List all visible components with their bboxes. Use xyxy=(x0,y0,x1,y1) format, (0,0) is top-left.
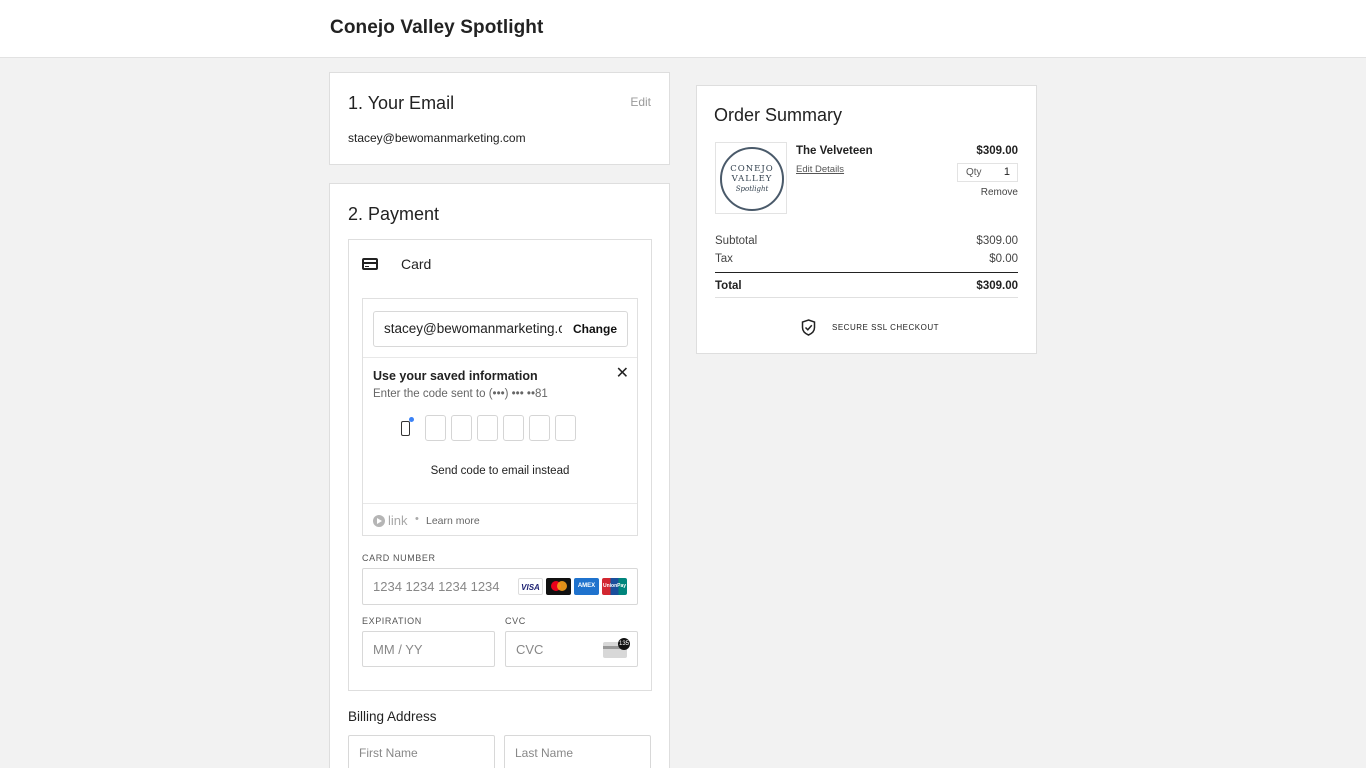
card-number-input[interactable]: 1234 1234 1234 1234 VISA AMEX UnionPay xyxy=(362,568,638,605)
otp-digit-input[interactable] xyxy=(451,415,472,441)
separator-dot: • xyxy=(415,513,419,525)
link-email-field[interactable]: stacey@bewomanmarketing.com Change xyxy=(373,311,628,347)
last-name-placeholder: Last Name xyxy=(515,746,574,760)
top-bar: Conejo Valley Spotlight xyxy=(0,0,1366,58)
quantity-field[interactable]: Qty 1 xyxy=(957,163,1018,182)
shield-check-icon xyxy=(801,319,816,336)
expiration-label: EXPIRATION xyxy=(362,616,422,626)
otp-digit-input[interactable] xyxy=(529,415,550,441)
divider xyxy=(363,357,637,358)
card-method-header[interactable]: Card xyxy=(362,256,431,272)
secure-checkout-badge: SECURE SSL CHECKOUT xyxy=(801,319,939,336)
unionpay-icon: UnionPay xyxy=(602,578,627,595)
cvc-placeholder: CVC xyxy=(516,642,544,657)
last-name-input[interactable]: Last Name xyxy=(504,735,651,768)
payment-section: 2. Payment Card stacey@bewomanmarketing.… xyxy=(329,183,670,768)
divider xyxy=(715,272,1018,273)
item-price: $309.00 xyxy=(976,145,1018,157)
card-method-label: Card xyxy=(401,256,432,272)
email-value: stacey@bewomanmarketing.com xyxy=(348,131,526,145)
change-email-button[interactable]: Change xyxy=(573,322,617,336)
tax-label: Tax xyxy=(715,253,733,265)
otp-code-row xyxy=(401,415,581,441)
conejo-valley-logo: CONEJO VALLEY Spotlight xyxy=(720,147,784,211)
saved-info-subtitle: Enter the code sent to (•••) ••• ••81 xyxy=(373,388,548,400)
email-section: 1. Your Email Edit stacey@bewomanmarketi… xyxy=(329,72,670,165)
card-number-placeholder: 1234 1234 1234 1234 xyxy=(373,579,500,594)
otp-digit-input[interactable] xyxy=(477,415,498,441)
email-section-heading: 1. Your Email xyxy=(348,93,455,113)
visa-icon: VISA xyxy=(518,578,543,595)
order-summary-heading: Order Summary xyxy=(714,105,843,125)
site-title[interactable]: Conejo Valley Spotlight xyxy=(330,17,543,39)
subtotal-row: Subtotal $309.00 xyxy=(715,235,1018,247)
tax-value: $0.00 xyxy=(989,253,1018,265)
cvc-label: CVC xyxy=(505,616,526,626)
subtotal-value: $309.00 xyxy=(976,235,1018,247)
first-name-input[interactable]: First Name xyxy=(348,735,495,768)
payment-section-heading: 2. Payment xyxy=(348,204,440,224)
first-name-placeholder: First Name xyxy=(359,746,418,760)
close-icon[interactable]: ✕ xyxy=(616,363,629,383)
expiration-input[interactable]: MM / YY xyxy=(362,631,495,667)
link-brand-text: link xyxy=(388,513,408,528)
edit-details-link[interactable]: Edit Details xyxy=(796,164,844,175)
link-logo: link xyxy=(373,513,408,528)
qty-value: 1 xyxy=(1003,166,1010,178)
learn-more-link[interactable]: Learn more xyxy=(426,515,480,527)
item-name: The Velveteen xyxy=(796,145,873,157)
total-label: Total xyxy=(715,280,742,292)
cvc-input[interactable]: CVC 135 xyxy=(505,631,638,667)
saved-info-title: Use your saved information xyxy=(373,369,538,383)
product-thumbnail: CONEJO VALLEY Spotlight xyxy=(715,142,787,214)
link-footer: link • Learn more xyxy=(363,503,637,536)
subtotal-label: Subtotal xyxy=(715,235,758,247)
credit-card-icon xyxy=(362,258,378,270)
card-number-label: CARD NUMBER xyxy=(362,553,436,563)
cvc-card-icon: 135 xyxy=(603,638,630,658)
remove-item-link[interactable]: Remove xyxy=(981,187,1018,198)
otp-digit-input[interactable] xyxy=(425,415,446,441)
total-row: Total $309.00 xyxy=(715,280,1018,292)
tax-row: Tax $0.00 xyxy=(715,253,1018,265)
otp-digit-input[interactable] xyxy=(503,415,524,441)
edit-email-link[interactable]: Edit xyxy=(630,95,651,109)
card-payment-box: Card stacey@bewomanmarketing.com Change … xyxy=(348,239,652,691)
send-code-email-link[interactable]: Send code to email instead xyxy=(363,465,637,477)
link-email-value: stacey@bewomanmarketing.com xyxy=(384,321,562,336)
phone-icon xyxy=(401,416,414,436)
link-play-icon xyxy=(373,514,385,527)
total-value: $309.00 xyxy=(976,280,1018,292)
link-saved-info-box: stacey@bewomanmarketing.com Change Use y… xyxy=(362,298,638,536)
divider xyxy=(715,297,1018,298)
cvc-badge: 135 xyxy=(618,638,630,650)
amex-icon: AMEX xyxy=(574,578,599,595)
order-summary: Order Summary CONEJO VALLEY Spotlight Th… xyxy=(696,85,1037,354)
card-brands: VISA AMEX UnionPay xyxy=(515,578,627,595)
otp-digit-input[interactable] xyxy=(555,415,576,441)
expiration-placeholder: MM / YY xyxy=(373,642,423,657)
secure-checkout-text: SECURE SSL CHECKOUT xyxy=(832,323,939,332)
billing-address-title: Billing Address xyxy=(348,709,437,724)
mastercard-icon xyxy=(546,578,571,595)
qty-label: Qty xyxy=(966,167,982,178)
